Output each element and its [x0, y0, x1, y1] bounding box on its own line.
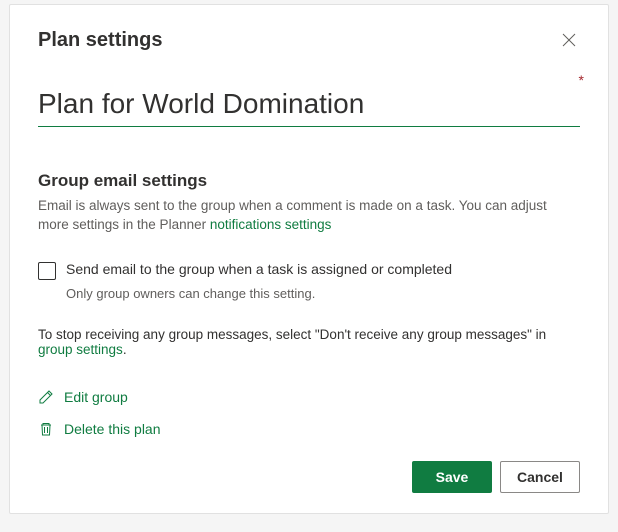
dialog-footer: Save Cancel — [38, 461, 580, 493]
close-icon — [562, 33, 576, 47]
send-email-checkbox-row: Send email to the group when a task is a… — [38, 261, 580, 280]
notifications-settings-link[interactable]: notifications settings — [210, 217, 332, 232]
trash-icon — [38, 421, 54, 437]
stop-receiving-text: To stop receiving any group messages, se… — [38, 327, 580, 357]
group-email-description: Email is always sent to the group when a… — [38, 197, 580, 235]
send-email-checkbox-label: Send email to the group when a task is a… — [66, 261, 452, 277]
dialog-header: Plan settings — [38, 29, 580, 52]
send-email-checkbox-hint: Only group owners can change this settin… — [66, 286, 580, 301]
cancel-button[interactable]: Cancel — [500, 461, 580, 493]
edit-group-link[interactable]: Edit group — [38, 389, 580, 405]
stop-receiving-suffix: . — [123, 342, 127, 357]
delete-plan-label: Delete this plan — [64, 421, 161, 437]
send-email-checkbox[interactable] — [38, 262, 56, 280]
plan-name-input[interactable] — [38, 86, 580, 127]
save-button[interactable]: Save — [412, 461, 492, 493]
group-email-heading: Group email settings — [38, 171, 580, 191]
stop-receiving-prefix: To stop receiving any group messages, se… — [38, 327, 546, 342]
plan-name-field-wrapper: * — [38, 86, 580, 127]
required-indicator: * — [579, 72, 584, 88]
pencil-icon — [38, 389, 54, 405]
dialog-title: Plan settings — [38, 29, 162, 52]
plan-settings-dialog: Plan settings * Group email settings Ema… — [9, 4, 609, 514]
delete-plan-link[interactable]: Delete this plan — [38, 421, 580, 437]
group-settings-link[interactable]: group settings — [38, 342, 123, 357]
close-button[interactable] — [558, 29, 580, 51]
edit-group-label: Edit group — [64, 389, 128, 405]
